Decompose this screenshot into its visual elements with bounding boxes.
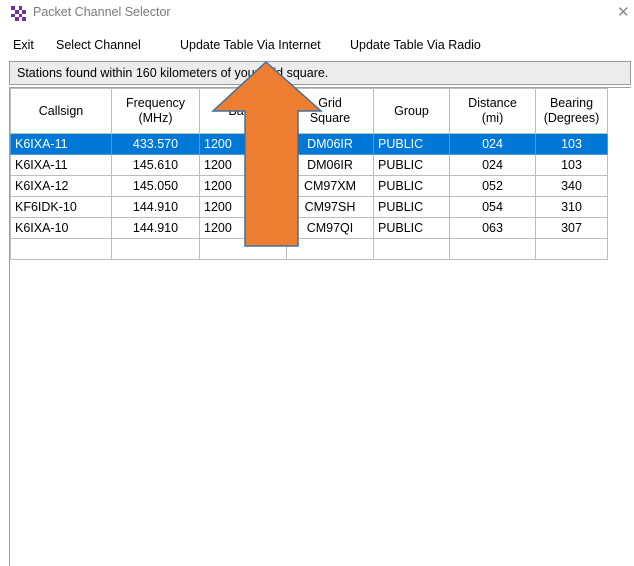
- table-row[interactable]: KF6IDK-10 144.910 1200 CM97SH PUBLIC 054 310: [10, 196, 608, 218]
- col-baud-header[interactable]: Baud: [199, 88, 287, 134]
- window-title: Packet Channel Selector: [33, 5, 171, 19]
- menu-update-table-internet[interactable]: Update Table Via Internet: [180, 37, 321, 53]
- table-cell: [449, 238, 536, 260]
- table-cell: 340: [535, 175, 608, 197]
- table-cell: 307: [535, 217, 608, 239]
- stations-table: Callsign Frequency (MHz) Baud Grid Square Gr…: [10, 88, 608, 260]
- table-cell: 144.910: [111, 217, 200, 239]
- table-cell: 145.610: [111, 154, 200, 176]
- table-row[interactable]: K6IXA-11 433.570 1200 DM06IR PUBLIC 024 103: [10, 133, 608, 155]
- table-cell: [535, 238, 608, 260]
- menu-update-table-radio[interactable]: Update Table Via Radio: [350, 37, 481, 53]
- table-cell: PUBLIC: [373, 217, 450, 239]
- table-cell: [10, 238, 112, 260]
- table-cell: PUBLIC: [373, 196, 450, 218]
- table-cell: K6IXA-11: [10, 154, 112, 176]
- table-cell: CM97QI: [286, 217, 374, 239]
- table-cell: DM06IR: [286, 154, 374, 176]
- table-cell: K6IXA-10: [10, 217, 112, 239]
- table-row[interactable]: K6IXA-11 145.610 1200 DM06IR PUBLIC 024 103: [10, 154, 608, 176]
- col-distance-header[interactable]: Distance (mi): [449, 88, 536, 134]
- table-cell: PUBLIC: [373, 175, 450, 197]
- col-group-header[interactable]: Group: [373, 88, 450, 134]
- table-cell: 063: [449, 217, 536, 239]
- table-cell: 310: [535, 196, 608, 218]
- checkered-app-icon: [11, 6, 26, 21]
- table-cell: PUBLIC: [373, 154, 450, 176]
- table-cell: K6IXA-12: [10, 175, 112, 197]
- table-cell: 433.570: [111, 133, 200, 155]
- table-cell: 1200: [199, 196, 287, 218]
- col-frequency-header[interactable]: Frequency (MHz): [111, 88, 200, 134]
- table-cell: DM06IR: [286, 133, 374, 155]
- menu-bar: Exit Select Channel Update Table Via Int…: [0, 35, 634, 57]
- table-cell: 1200: [199, 133, 287, 155]
- menu-select-channel[interactable]: Select Channel: [56, 37, 141, 53]
- table-header-row: Callsign Frequency (MHz) Baud Grid Square Gr…: [10, 88, 608, 134]
- table-cell: 1200: [199, 175, 287, 197]
- table-cell: KF6IDK-10: [10, 196, 112, 218]
- status-bar: Stations found within 160 kilometers of …: [9, 61, 631, 85]
- table-cell: [199, 238, 287, 260]
- table-row[interactable]: [10, 238, 608, 260]
- table-cell: [286, 238, 374, 260]
- table-cell: 103: [535, 154, 608, 176]
- table-row[interactable]: K6IXA-10 144.910 1200 CM97QI PUBLIC 063 307: [10, 217, 608, 239]
- title-bar: Packet Channel Selector ✕: [0, 0, 634, 26]
- table-cell: 1200: [199, 154, 287, 176]
- menu-exit[interactable]: Exit: [13, 37, 34, 53]
- table-cell: CM97XM: [286, 175, 374, 197]
- table-cell: 145.050: [111, 175, 200, 197]
- table-cell: CM97SH: [286, 196, 374, 218]
- col-callsign-header[interactable]: Callsign: [10, 88, 112, 134]
- table-cell: PUBLIC: [373, 133, 450, 155]
- col-grid-square-header[interactable]: Grid Square: [286, 88, 374, 134]
- table-cell: 144.910: [111, 196, 200, 218]
- table-cell: 024: [449, 154, 536, 176]
- stations-grid[interactable]: Callsign Frequency (MHz) Baud Grid Square Gr…: [9, 87, 631, 566]
- table-cell: 024: [449, 133, 536, 155]
- table-cell: [111, 238, 200, 260]
- close-icon[interactable]: ✕: [617, 3, 630, 21]
- table-cell: K6IXA-11: [10, 133, 112, 155]
- table-cell: 054: [449, 196, 536, 218]
- table-cell: 103: [535, 133, 608, 155]
- table-cell: 1200: [199, 217, 287, 239]
- table-row[interactable]: K6IXA-12 145.050 1200 CM97XM PUBLIC 052 340: [10, 175, 608, 197]
- status-text: Stations found within 160 kilometers of …: [17, 66, 329, 80]
- col-bearing-header[interactable]: Bearing (Degrees): [535, 88, 608, 134]
- table-cell: [373, 238, 450, 260]
- table-cell: 052: [449, 175, 536, 197]
